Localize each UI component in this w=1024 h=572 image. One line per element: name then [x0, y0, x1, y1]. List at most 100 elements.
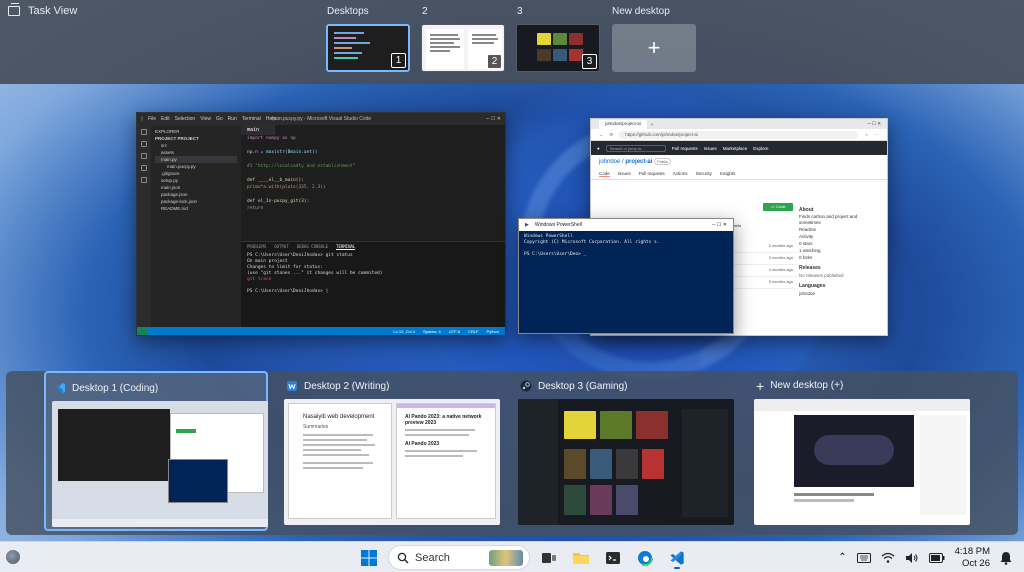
desktop-thumb-3[interactable]: 3	[516, 24, 600, 72]
editor-tab[interactable]: main	[241, 125, 275, 135]
window-controls-icon[interactable]: ─ ☐ ✕	[868, 121, 888, 127]
start-button[interactable]	[356, 545, 382, 570]
file-item[interactable]: main.py	[155, 156, 237, 163]
code-editor[interactable]: main import numpy as np np.n = max(str(B…	[241, 125, 505, 241]
repo-tab-code[interactable]: Code	[599, 171, 610, 177]
status-spaces[interactable]: Spaces: 4	[423, 329, 441, 334]
edge-button[interactable]	[632, 545, 658, 570]
file-item[interactable]: README.md	[155, 205, 237, 212]
back-icon[interactable]: ←	[599, 132, 604, 137]
languages-heading: Languages	[799, 283, 826, 289]
repo-name[interactable]: project-ai	[625, 159, 652, 165]
powershell-title: Windows PowerShell	[534, 222, 582, 228]
panel-tab-output[interactable]: OUTPUT	[274, 244, 288, 250]
vscode-window[interactable]: ⟩ File Edit Selection View Go Run Termin…	[136, 112, 506, 336]
search-icon	[397, 552, 409, 563]
about-heading: About	[799, 207, 814, 213]
gh-nav-pulls[interactable]: Pull requests	[672, 146, 698, 151]
chevron-up-icon[interactable]: ⌃	[838, 552, 846, 563]
panel-tab-terminal[interactable]: TERMINAL	[336, 244, 356, 250]
repo-tab-issues[interactable]: Issues	[618, 171, 631, 177]
powershell-window[interactable]: ▶ Windows PowerShell ─ ☐ ✕ Windows Power…	[518, 218, 734, 334]
browser-tab[interactable]: johndoe/project-ai	[599, 120, 647, 129]
panel-tab-debug[interactable]: DEBUG CONSOLE	[297, 244, 328, 250]
code-line: primo*a.with(pluts(335, 2.3))	[247, 185, 326, 190]
repo-tab-pulls[interactable]: Pull requests	[639, 171, 665, 177]
github-logo-icon[interactable]: ●	[597, 146, 600, 151]
desktop-card-new[interactable]: + New desktop (+)	[748, 371, 972, 531]
github-search[interactable]: Search or jump to...	[605, 144, 666, 152]
gh-nav-issues[interactable]: Issues	[704, 146, 717, 151]
refresh-icon[interactable]: ⟳	[610, 132, 614, 138]
desktop-card-1[interactable]: Desktop 1 (Coding)	[44, 371, 268, 531]
project-folder[interactable]: PROJECT PROJECT	[155, 135, 237, 142]
about-item[interactable]: Activity	[799, 233, 879, 240]
vscode-icon	[670, 550, 684, 565]
taskbar-search[interactable]: Search	[388, 545, 530, 570]
menu-icon[interactable]: ⋯	[875, 132, 880, 138]
file-item[interactable]: main.json	[155, 184, 237, 191]
wifi-icon[interactable]	[881, 552, 895, 564]
clock[interactable]: 4:18 PM Oct 26	[955, 546, 990, 570]
clock-time: 4:18 PM	[954, 545, 990, 557]
file-item[interactable]: package-lock.json	[155, 198, 237, 205]
repo-tab-insights[interactable]: Insights	[720, 171, 736, 177]
task-view-button[interactable]	[536, 545, 562, 570]
panel-tab-problems[interactable]: PROBLEMS	[247, 244, 266, 250]
code-button[interactable]: <> Code	[763, 203, 793, 211]
task-view-icon	[8, 3, 20, 16]
about-item[interactable]: 1 watching	[799, 247, 879, 254]
volume-icon[interactable]	[905, 552, 919, 564]
repo-tab-security[interactable]: Security	[696, 171, 712, 177]
battery-icon[interactable]	[928, 552, 945, 563]
gh-nav-explore[interactable]: Explore	[753, 146, 768, 151]
notification-bell-icon[interactable]	[1000, 551, 1012, 565]
about-panel: About Finds carbon and project and somet…	[799, 203, 879, 297]
repo-tab-actions[interactable]: Actions	[673, 171, 688, 177]
file-item[interactable]: assets	[155, 149, 237, 156]
status-language[interactable]: Python	[487, 329, 499, 334]
weather-widget-icon[interactable]	[6, 550, 20, 564]
search-label: Search	[415, 551, 450, 564]
file-item[interactable]: package.json	[155, 191, 237, 198]
repo-owner[interactable]: johndoe	[599, 159, 620, 165]
status-eol[interactable]: CRLF	[468, 329, 478, 334]
window-controls-icon[interactable]: ─ ☐ ✕	[712, 222, 733, 228]
keyboard-icon[interactable]	[856, 552, 871, 563]
powershell-console[interactable]: Windows PowerShell Copyright (C) Microso…	[519, 231, 733, 261]
desktop-card-title: Desktop 2 (Writing)	[304, 380, 390, 392]
status-position[interactable]: Ln 12, Col 4	[393, 329, 415, 334]
file-item[interactable]: setup.py	[155, 177, 237, 184]
new-desktop-button[interactable]: +	[612, 24, 696, 72]
desktop-preview	[52, 401, 268, 527]
remote-indicator[interactable]	[137, 327, 147, 335]
favorite-icon[interactable]: ☆	[864, 132, 868, 138]
terminal-button[interactable]	[600, 545, 626, 570]
desktop-thumb-2[interactable]: 2	[421, 24, 505, 72]
gh-nav-marketplace[interactable]: Marketplace	[723, 146, 748, 151]
folder-icon	[573, 552, 589, 564]
status-encoding[interactable]: UTF-8	[449, 329, 460, 334]
file-item[interactable]: src	[155, 142, 237, 149]
task-view-topbar: Task View Desktops 1 2 2 3 3 New desktop…	[0, 0, 1024, 84]
vscode-taskbar-button[interactable]	[664, 545, 690, 570]
file-item[interactable]: .gitignore	[155, 170, 237, 177]
address-bar[interactable]: https://github.com/johndoe/project-ai	[619, 130, 859, 139]
about-item[interactable]: Readme	[799, 226, 879, 233]
desktop-card-3[interactable]: Desktop 3 (Gaming)	[512, 371, 736, 531]
about-item[interactable]: 0 forks	[799, 254, 879, 261]
file-item[interactable]: main.pucpy.py	[155, 163, 237, 170]
file-explorer-button[interactable]	[568, 545, 594, 570]
new-tab-icon[interactable]: +	[651, 122, 654, 127]
powershell-icon: ▶	[525, 222, 529, 228]
desktop-thumb-1[interactable]: 1	[326, 24, 410, 72]
desktop-card-2[interactable]: Desktop 2 (Writing) Nasaiyiti web develo…	[278, 371, 502, 531]
desktop-number-3: 3	[582, 54, 597, 69]
row-date: 3 months ago	[768, 255, 793, 260]
word-icon	[287, 381, 297, 391]
about-item[interactable]: 0 stars	[799, 240, 879, 247]
task-view-title: Task View	[8, 3, 77, 17]
terminal-panel[interactable]: PROBLEMS OUTPUT DEBUG CONSOLE TERMINAL P…	[241, 241, 505, 329]
desktops-strip: Desktop 1 (Coding) Desktop 2 (Writing) N…	[6, 371, 1018, 535]
